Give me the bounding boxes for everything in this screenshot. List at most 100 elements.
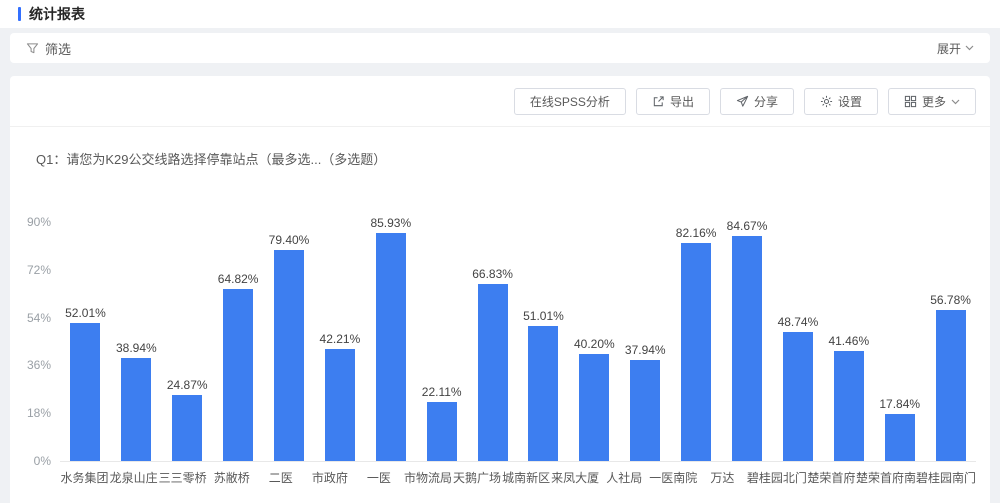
bar-slot: 38.94% xyxy=(111,341,162,461)
bar-三三零桥[interactable] xyxy=(172,395,202,461)
bar-value-label: 42.21% xyxy=(320,332,361,346)
bar-value-label: 79.40% xyxy=(269,233,310,247)
y-tick-label: 90% xyxy=(11,215,51,229)
x-axis-label: 来凤大厦 xyxy=(551,469,600,486)
bar-value-label: 52.01% xyxy=(65,306,106,320)
bar-城南新区[interactable] xyxy=(528,326,558,461)
bar-value-label: 56.78% xyxy=(930,293,971,307)
filter-bar: 筛选 展开 xyxy=(10,33,990,63)
bar-二医[interactable] xyxy=(274,250,304,461)
bar-来凤大厦[interactable] xyxy=(579,354,609,461)
x-axis-label: 碧桂园南门 xyxy=(916,469,976,486)
bar-slot: 24.87% xyxy=(162,378,213,461)
title-accent-bar xyxy=(18,7,21,21)
bar-龙泉山庄[interactable] xyxy=(121,358,151,461)
bar-苏敝桥[interactable] xyxy=(223,289,253,461)
x-axis-label: 楚荣首府 xyxy=(807,469,856,486)
bar-slot: 84.67% xyxy=(722,219,773,461)
bar-value-label: 51.01% xyxy=(523,309,564,323)
x-axis-label: 市政府 xyxy=(305,469,354,486)
settings-button[interactable]: 设置 xyxy=(804,88,878,115)
bar-市政府[interactable] xyxy=(325,349,355,461)
expand-label: 展开 xyxy=(937,40,961,57)
bar-value-label: 48.74% xyxy=(778,315,819,329)
bar-value-label: 82.16% xyxy=(676,226,717,240)
bar-slot: 51.01% xyxy=(518,309,569,461)
bar-value-label: 38.94% xyxy=(116,341,157,355)
bar-value-label: 24.87% xyxy=(167,378,208,392)
bar-slot: 17.84% xyxy=(874,397,925,461)
chart-plot-area: 0%18%36%54%72%90% 52.01%38.94%24.87%64.8… xyxy=(60,223,976,462)
bar-value-label: 37.94% xyxy=(625,343,666,357)
bar-value-label: 64.82% xyxy=(218,272,259,286)
filter-button[interactable]: 筛选 xyxy=(26,39,71,58)
more-label: 更多 xyxy=(922,93,946,110)
toolbar-divider xyxy=(10,126,990,127)
share-button[interactable]: 分享 xyxy=(720,88,794,115)
x-axis-label: 万达 xyxy=(698,469,747,486)
y-tick-label: 36% xyxy=(11,358,51,372)
bar-楚荣首府南[interactable] xyxy=(885,414,915,461)
bar-slot: 42.21% xyxy=(314,332,365,461)
bar-一医南院[interactable] xyxy=(681,243,711,461)
x-axis-label: 苏敝桥 xyxy=(207,469,256,486)
filter-funnel-icon xyxy=(26,42,39,55)
x-axis-label: 天鹅广场 xyxy=(453,469,502,486)
bar-value-label: 84.67% xyxy=(727,219,768,233)
bar-slot: 40.20% xyxy=(569,337,620,461)
report-panel: 在线SPSS分析 导出 分享 设置 更多 xyxy=(10,76,990,503)
bar-人社局[interactable] xyxy=(630,360,660,461)
spss-analysis-label: 在线SPSS分析 xyxy=(530,93,610,110)
bar-一医[interactable] xyxy=(376,233,406,461)
export-label: 导出 xyxy=(670,93,694,110)
bar-水务集团[interactable] xyxy=(70,323,100,461)
x-axis-label: 市物流局 xyxy=(403,469,452,486)
x-axis-label: 三三零桥 xyxy=(158,469,207,486)
page-title: 统计报表 xyxy=(29,4,85,24)
expand-toggle[interactable]: 展开 xyxy=(937,40,974,57)
bar-value-label: 22.11% xyxy=(422,385,462,399)
bars-container: 52.01%38.94%24.87%64.82%79.40%42.21%85.9… xyxy=(60,223,976,461)
share-icon xyxy=(736,95,749,108)
x-axis-label: 水务集团 xyxy=(60,469,109,486)
question-title: Q1：请您为K29公交线路选择停靠站点（最多选...（多选题） xyxy=(36,149,990,168)
bar-value-label: 41.46% xyxy=(828,334,869,348)
y-tick-label: 18% xyxy=(11,406,51,420)
bar-value-label: 40.20% xyxy=(574,337,615,351)
bar-楚荣首府[interactable] xyxy=(834,351,864,461)
bar-slot: 82.16% xyxy=(671,226,722,461)
bar-slot: 22.11% xyxy=(416,385,467,461)
export-icon xyxy=(652,95,665,108)
x-axis-label: 二医 xyxy=(256,469,305,486)
gear-icon xyxy=(820,95,833,108)
share-label: 分享 xyxy=(754,93,778,110)
x-axis-label: 一医 xyxy=(354,469,403,486)
toolbar: 在线SPSS分析 导出 分享 设置 更多 xyxy=(10,76,990,126)
x-axis: 水务集团龙泉山庄三三零桥苏敝桥二医市政府一医市物流局天鹅广场城南新区来凤大厦人社… xyxy=(60,462,976,486)
bar-slot: 79.40% xyxy=(264,233,315,461)
settings-label: 设置 xyxy=(838,93,862,110)
y-tick-label: 0% xyxy=(11,454,51,468)
more-button[interactable]: 更多 xyxy=(888,88,976,115)
y-tick-label: 72% xyxy=(11,263,51,277)
bar-slot: 85.93% xyxy=(365,216,416,461)
bar-碧桂园南门[interactable] xyxy=(936,310,966,461)
bar-市物流局[interactable] xyxy=(427,402,457,461)
y-tick-label: 54% xyxy=(11,311,51,325)
x-axis-label: 楚荣首府南 xyxy=(856,469,916,486)
bar-chart: 0%18%36%54%72%90% 52.01%38.94%24.87%64.8… xyxy=(60,223,976,486)
bar-slot: 37.94% xyxy=(620,343,671,461)
spss-analysis-button[interactable]: 在线SPSS分析 xyxy=(514,88,626,115)
export-button[interactable]: 导出 xyxy=(636,88,710,115)
chevron-down-icon xyxy=(965,45,974,51)
bar-slot: 52.01% xyxy=(60,306,111,461)
bar-万达[interactable] xyxy=(732,236,762,461)
x-axis-label: 人社局 xyxy=(600,469,649,486)
bar-天鹅广场[interactable] xyxy=(478,284,508,461)
chevron-down-icon xyxy=(951,99,960,105)
filter-label: 筛选 xyxy=(45,39,71,58)
bar-碧桂园北门[interactable] xyxy=(783,332,813,461)
grid-icon xyxy=(904,95,917,108)
x-axis-label: 碧桂园北门 xyxy=(747,469,807,486)
bar-slot: 64.82% xyxy=(213,272,264,461)
